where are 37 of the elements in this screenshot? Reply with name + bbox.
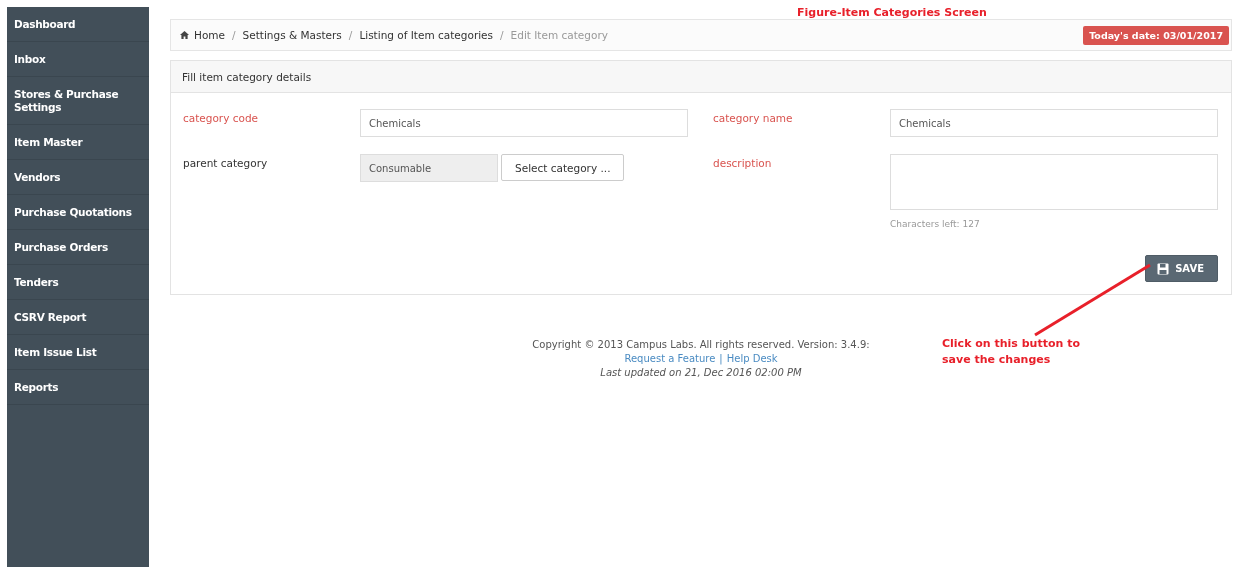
breadcrumb-separator: / [348,29,353,41]
figure-caption: Figure-Item Categories Screen [797,6,987,19]
characters-left-hint: Characters left: 127 [890,219,981,229]
sidebar-item[interactable]: Stores & Purchase Settings [7,77,149,125]
link-separator: | [719,353,723,364]
home-icon [180,31,189,39]
footer-link[interactable]: Request a Feature [624,353,716,364]
sidebar-item[interactable]: Purchase Orders [7,230,149,265]
text-field: Consumable [360,154,498,182]
field-label: parent category [183,156,269,169]
sidebar-item[interactable]: CSRV Report [7,300,149,335]
field-label: category code [183,111,260,124]
field-label: description [713,156,773,169]
date-badge: Today's date: 03/01/2017 [1083,25,1229,45]
field-label: category name [713,111,794,124]
sidebar-item[interactable]: Item Master [7,125,149,160]
breadcrumb-link[interactable]: Home [194,29,225,41]
last-updated-text: Last updated on 21, Dec 2016 02:00 PM [600,366,802,380]
sidebar-item[interactable]: Item Issue List [7,335,149,370]
breadcrumb-link[interactable]: Listing of Item categories [359,29,494,41]
panel-header: Fill item category details [171,61,1231,93]
save-button[interactable]: SAVE [1145,255,1218,282]
breadcrumb-link[interactable]: Settings & Masters [242,29,342,41]
callout-text: Click on this button to save the changes [942,336,1081,368]
footer-link[interactable]: Help Desk [726,353,778,364]
copyright-text: Copyright © 2013 Campus Labs. All rights reserved. Version: 3.4.9: [532,338,870,352]
sidebar-item[interactable]: Tenders [7,265,149,300]
sidebar-item[interactable]: Dashboard [7,7,149,42]
text-field[interactable]: Chemicals [890,109,1218,137]
sidebar-item[interactable]: Inbox [7,42,149,77]
sidebar-item[interactable]: Vendors [7,160,149,195]
textarea-field[interactable] [890,154,1218,210]
text-field[interactable]: Chemicals [360,109,688,137]
breadcrumb-separator: / [500,29,504,41]
sidebar-item[interactable]: Purchase Quotations [7,195,149,230]
breadcrumb-separator: / [232,29,236,41]
sidebar-item[interactable]: Reports [7,370,149,405]
